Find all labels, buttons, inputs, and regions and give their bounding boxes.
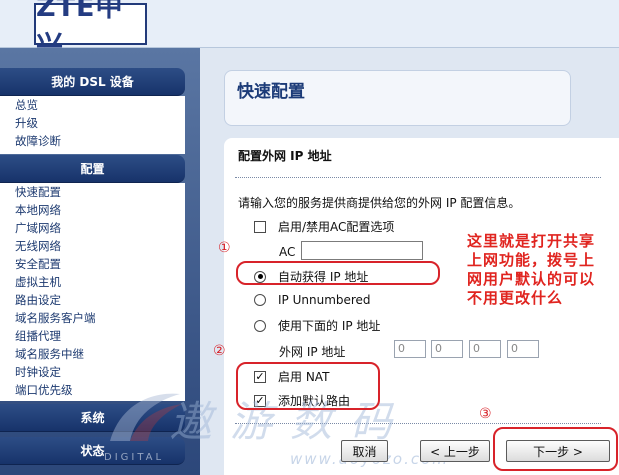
cancel-button[interactable]: 取消 [341,440,388,462]
ac-toggle-label: 启用/禁用AC配置选项 [278,220,395,234]
ac-label: AC [279,245,296,259]
annotation-oval-3 [493,427,618,471]
ac-toggle-row[interactable]: 启用/禁用AC配置选项 [254,218,394,235]
zte-logo: ZTE中兴 [34,0,147,62]
radio-unnumbered-label: IP Unnumbered [278,293,371,307]
section-title: 配置外网 IP 地址 [238,149,332,163]
ac-label-row: AC [279,245,295,259]
sidebar-item-diagnostics[interactable]: 故障诊断 [0,132,185,150]
sidebar-group-title: 配置 [80,162,105,176]
ac-toggle-checkbox[interactable] [254,220,266,233]
sidebar-item-dns-relay[interactable]: 域名服务中继 [0,345,185,363]
annotation-note: 这里就是打开共享上网功能，拨号上网用户默认的可以不用更改什么 [467,232,596,307]
sidebar-item-clock[interactable]: 时钟设定 [0,363,185,381]
radio-manual-ip-button[interactable] [254,319,266,332]
description-text: 请输入您的服务提供商提供给您的外网 IP 配置信息。 [238,196,521,210]
sidebar-item-security[interactable]: 安全配置 [0,255,185,273]
sidebar-list-config: 快速配置 本地网络 广域网络 无线网络 安全配置 虚拟主机 路由设定 域名服务客… [0,183,185,401]
radio-unnumbered-button[interactable] [254,294,266,306]
ac-input[interactable] [301,241,423,260]
annotation-number-3: ③ [479,406,492,422]
radio-manual-ip[interactable]: 使用下面的 IP 地址 [254,317,380,334]
sidebar-group-title: 我的 DSL 设备 [51,75,134,89]
sidebar-item-wireless[interactable]: 无线网络 [0,237,185,255]
sidebar-item-routing[interactable]: 路由设定 [0,291,185,309]
sidebar-item-overview[interactable]: 总览 [0,96,185,114]
ip-octet-3[interactable]: 0 [469,340,501,358]
top-header: ZTE中兴 [0,0,619,62]
ip-octet-4[interactable]: 0 [507,340,539,358]
sidebar-item-wan[interactable]: 广域网络 [0,219,185,237]
ip-octet-1[interactable]: 0 [394,340,426,358]
radio-manual-ip-label: 使用下面的 IP 地址 [278,319,381,333]
annotation-number-1: ① [218,240,231,256]
title-panel: 快速配置 [224,70,571,126]
wan-ip-row: 外网 IP 地址 [279,343,345,360]
sidebar-item-upgrade[interactable]: 升级 [0,114,185,132]
annotation-number-2: ② [213,343,226,359]
ip-octet-2[interactable]: 0 [431,340,463,358]
sidebar-list-my-device: 总览 升级 故障诊断 [0,96,185,154]
annotation-oval-1 [236,261,440,285]
annotation-oval-2 [236,362,380,410]
sidebar-item-quick-setup[interactable]: 快速配置 [0,183,185,201]
sidebar-item-dns-client[interactable]: 域名服务客户端 [0,309,185,327]
sidebar-item-virtual-host[interactable]: 虚拟主机 [0,273,185,291]
page-title: 快速配置 [237,82,305,102]
watermark-digital: DIGITAL [104,452,165,463]
wan-ip-label: 外网 IP 地址 [279,345,346,359]
sidebar-group-my-device[interactable]: 我的 DSL 设备 [0,68,185,96]
back-button[interactable]: < 上一步 [420,440,490,462]
sidebar-item-multicast-proxy[interactable]: 组播代理 [0,327,185,345]
divider [235,177,601,178]
radio-unnumbered[interactable]: IP Unnumbered [254,293,371,307]
sidebar-item-lan[interactable]: 本地网络 [0,201,185,219]
sidebar-group-config[interactable]: 配置 [0,155,185,183]
